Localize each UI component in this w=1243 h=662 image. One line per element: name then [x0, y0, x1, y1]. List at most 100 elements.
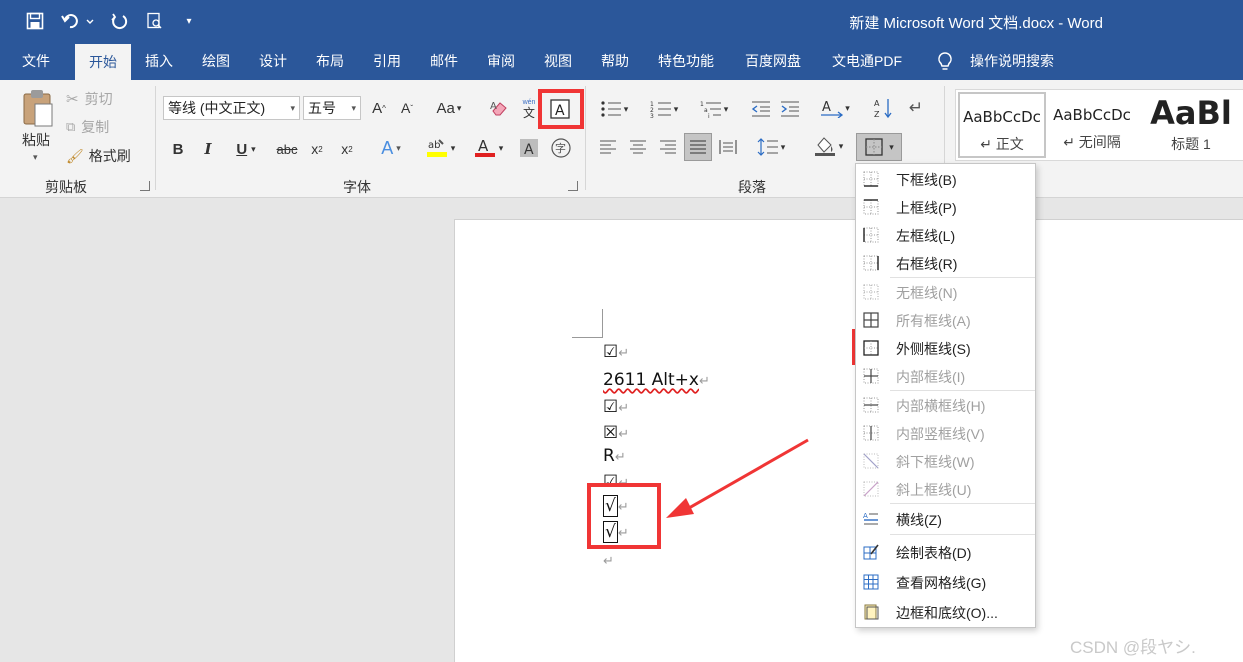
- sort-icon[interactable]: AZ: [872, 96, 894, 120]
- redo-icon[interactable]: [108, 9, 130, 33]
- right-border-icon: [863, 255, 879, 271]
- bold-icon[interactable]: B: [168, 138, 188, 160]
- menu-item-diagonal-down-border[interactable]: 斜下框线(W): [856, 447, 1035, 475]
- menu-item-right-border[interactable]: 右框线(R): [856, 249, 1035, 277]
- line-spacing-icon[interactable]: ▾: [752, 136, 790, 158]
- bullets-icon[interactable]: ▾: [596, 98, 632, 120]
- phonetic-guide-icon[interactable]: wén 文: [518, 96, 540, 120]
- tab-special-features[interactable]: 特色功能: [648, 42, 724, 80]
- font-family-select[interactable]: 等线 (中文正文) ▾: [163, 96, 300, 120]
- menu-item-horizontal-line[interactable]: A 横线(Z): [856, 505, 1035, 533]
- decrease-indent-icon[interactable]: [750, 98, 772, 120]
- format-painter-button[interactable]: 🖌 格式刷: [66, 146, 131, 166]
- style-heading-1[interactable]: AaBl 标题 1: [1138, 92, 1243, 158]
- view-gridlines-icon: [863, 574, 879, 590]
- menu-item-diagonal-up-border[interactable]: 斜上框线(U): [856, 475, 1035, 503]
- style-sample: AaBbCcDc: [963, 108, 1041, 126]
- justify-icon[interactable]: [684, 133, 712, 161]
- copy-label: 复制: [81, 119, 110, 135]
- show-paragraph-marks-icon[interactable]: ↵: [905, 96, 927, 120]
- tab-wendiantong-pdf[interactable]: 文电通PDF: [822, 42, 912, 80]
- change-case-icon[interactable]: Aa ▾: [432, 98, 466, 118]
- italic-icon[interactable]: I: [198, 138, 218, 160]
- numbering-icon[interactable]: 1 2 3 ▾: [646, 98, 682, 120]
- clear-formatting-icon[interactable]: A: [488, 98, 512, 118]
- menu-item-view-gridlines[interactable]: 查看网格线(G): [856, 568, 1035, 596]
- tab-baidu-netdisk[interactable]: 百度网盘: [735, 42, 811, 80]
- tab-file[interactable]: 文件: [12, 42, 60, 80]
- menu-item-bottom-border[interactable]: 下框线(B): [856, 165, 1035, 193]
- align-center-icon[interactable]: [627, 136, 649, 158]
- print-preview-icon[interactable]: [143, 9, 165, 33]
- tab-review[interactable]: 审阅: [477, 42, 525, 80]
- highlight-box-bordered-text: [587, 483, 661, 549]
- styles-gallery: AaBbCcDc ↵ 正文 AaBbCcDc ↵ 无间隔 AaBl 标题 1: [955, 89, 1243, 161]
- superscript-icon[interactable]: x2: [336, 138, 358, 160]
- font-size-value: 五号: [308, 100, 336, 116]
- tab-layout[interactable]: 布局: [306, 42, 354, 80]
- tab-help[interactable]: 帮助: [591, 42, 639, 80]
- menu-item-all-borders[interactable]: 所有框线(A): [856, 306, 1035, 334]
- text-effects-icon[interactable]: A ▾: [372, 136, 410, 160]
- doc-line[interactable]: ↵: [603, 550, 614, 570]
- copy-button[interactable]: ⧉ 复制: [66, 117, 109, 137]
- tell-me-search[interactable]: 操作说明搜索: [960, 42, 1064, 80]
- menu-item-left-border[interactable]: 左框线(L): [856, 221, 1035, 249]
- save-icon[interactable]: [24, 9, 46, 33]
- menu-item-inside-vertical-border[interactable]: 内部竖框线(V): [856, 419, 1035, 447]
- font-size-select[interactable]: 五号 ▾: [303, 96, 361, 120]
- underline-icon[interactable]: U ▾: [228, 138, 264, 160]
- doc-line[interactable]: ☑↵: [603, 342, 629, 362]
- doc-line[interactable]: R↵: [603, 446, 626, 466]
- grow-font-icon[interactable]: A ^: [368, 98, 390, 118]
- tab-mailings[interactable]: 邮件: [420, 42, 468, 80]
- shrink-font-icon[interactable]: Aˇ: [396, 98, 418, 118]
- borders-dropdown-button[interactable]: ▾: [856, 133, 902, 161]
- tab-insert[interactable]: 插入: [135, 42, 183, 80]
- shading-icon[interactable]: ▾: [808, 134, 848, 158]
- svg-text:A: A: [490, 101, 497, 112]
- doc-line[interactable]: ☑↵: [603, 397, 629, 417]
- enclose-characters-icon[interactable]: 字: [549, 136, 573, 160]
- style-no-spacing[interactable]: AaBbCcDc ↵ 无间隔: [1048, 92, 1136, 158]
- align-right-icon[interactable]: [657, 136, 679, 158]
- character-shading-icon[interactable]: A: [518, 136, 540, 160]
- chinese-layout-icon[interactable]: A ▾: [816, 96, 854, 120]
- paste-icon[interactable]: [18, 88, 58, 128]
- menu-item-no-border[interactable]: 无框线(N): [856, 278, 1035, 306]
- cut-button[interactable]: ✂ 剪切: [66, 89, 113, 109]
- tab-design[interactable]: 设计: [249, 42, 297, 80]
- style-normal[interactable]: AaBbCcDc ↵ 正文: [958, 92, 1046, 158]
- document-page[interactable]: [454, 219, 1243, 662]
- undo-icon[interactable]: [60, 9, 96, 33]
- font-color-icon[interactable]: A ▾: [468, 136, 508, 160]
- menu-item-inside-borders[interactable]: 内部框线(I): [856, 362, 1035, 390]
- menu-item-top-border[interactable]: 上框线(P): [856, 193, 1035, 221]
- tab-references[interactable]: 引用: [363, 42, 411, 80]
- menu-item-borders-and-shading[interactable]: 边框和底纹(O)...: [856, 598, 1035, 626]
- menu-item-outside-borders[interactable]: 外侧框线(S): [856, 334, 1035, 362]
- clipboard-launcher-icon[interactable]: [140, 181, 150, 191]
- left-border-icon: [863, 227, 879, 243]
- tab-draw[interactable]: 绘图: [192, 42, 240, 80]
- text-highlight-color-icon[interactable]: ab ▾: [420, 136, 460, 160]
- customize-quick-access-icon[interactable]: ▾: [180, 9, 198, 33]
- paste-button[interactable]: 粘贴: [16, 130, 56, 150]
- increase-indent-icon[interactable]: [779, 98, 801, 120]
- font-launcher-icon[interactable]: [568, 181, 578, 191]
- paste-dropdown-icon[interactable]: ▾: [33, 152, 38, 163]
- tab-home[interactable]: 开始: [75, 44, 131, 80]
- strikethrough-icon[interactable]: abc: [274, 138, 300, 160]
- align-left-icon[interactable]: [597, 136, 619, 158]
- distributed-icon[interactable]: [717, 136, 739, 158]
- multilevel-list-icon[interactable]: 1 a i ▾: [696, 98, 732, 120]
- doc-line[interactable]: 2611 Alt+x↵: [603, 370, 710, 390]
- all-borders-icon: [863, 312, 879, 328]
- doc-line[interactable]: ☒↵: [603, 423, 629, 443]
- menu-item-inside-horizontal-border[interactable]: 内部横框线(H): [856, 391, 1035, 419]
- subscript-icon[interactable]: x2: [306, 138, 328, 160]
- menu-item-draw-table[interactable]: 绘制表格(D): [856, 538, 1035, 566]
- paragraph-mark: ↵: [618, 427, 630, 442]
- tab-view[interactable]: 视图: [534, 42, 582, 80]
- style-sample: AaBbCcDc: [1053, 106, 1131, 124]
